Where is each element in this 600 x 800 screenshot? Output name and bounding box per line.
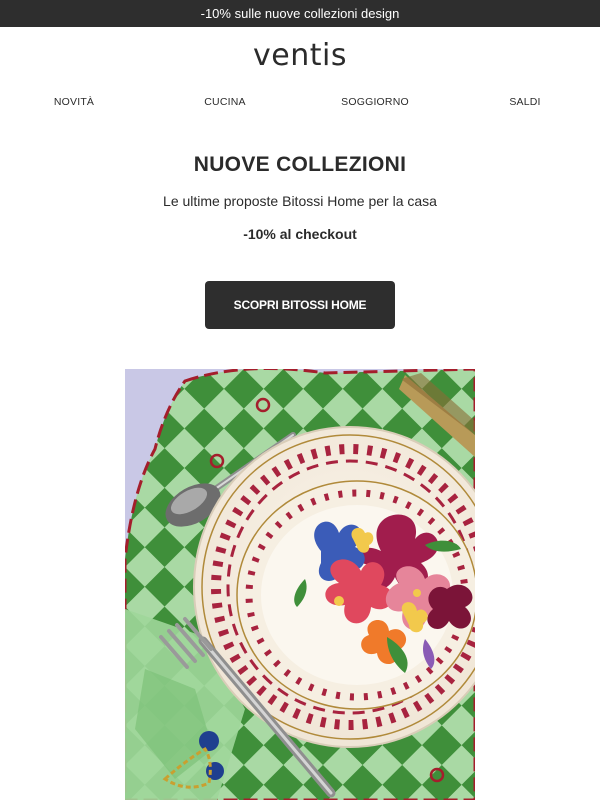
cta-button-label: SCOPRI BITOSSI HOME xyxy=(233,298,367,312)
nav-item-novita[interactable]: NOVITÀ xyxy=(54,96,94,108)
nav-item-cucina[interactable]: CUCINA xyxy=(204,96,245,108)
hero-image[interactable] xyxy=(125,369,475,800)
nav-item-soggiorno[interactable]: SOGGIORNO xyxy=(341,96,409,108)
brand-logo[interactable]: ventis xyxy=(0,38,600,73)
promo-text: -10% sulle nuove collezioni design xyxy=(200,6,400,21)
main-nav: NOVITÀ CUCINA SOGGIORNO SALDI xyxy=(0,96,600,110)
cta-button[interactable]: SCOPRI BITOSSI HOME xyxy=(205,281,395,329)
table-setting-illustration xyxy=(125,369,475,800)
nav-item-saldi[interactable]: SALDI xyxy=(509,96,540,108)
hero-subtitle: Le ultime proposte Bitossi Home per la c… xyxy=(163,193,437,209)
discount-text: -10% al checkout xyxy=(243,226,357,242)
promo-bar[interactable]: -10% sulle nuove collezioni design xyxy=(0,0,600,27)
page-title: NUOVE COLLEZIONI xyxy=(193,153,407,176)
